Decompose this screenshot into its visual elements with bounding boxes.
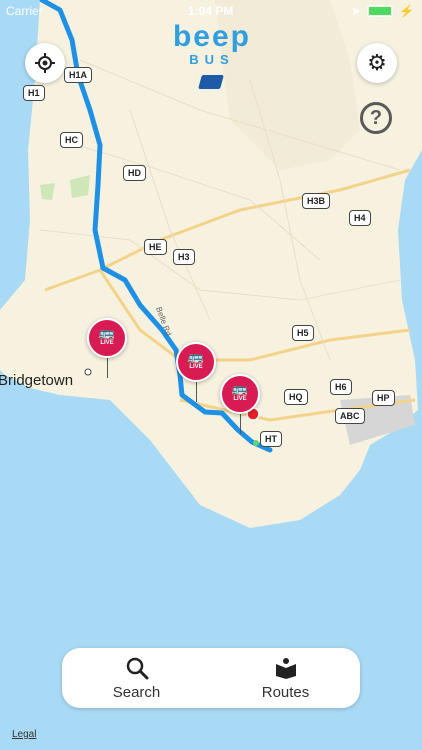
road-label: HE xyxy=(144,239,167,255)
logo-subtext: BUS xyxy=(189,52,235,67)
bus-icon: 🚌 xyxy=(231,381,249,396)
logo-text: beep xyxy=(172,20,252,53)
location-arrow-icon: ➤ xyxy=(350,4,362,18)
bus-icon: 🚌 xyxy=(98,325,116,340)
road-label: HT xyxy=(260,431,282,447)
live-label: LIVE xyxy=(100,340,114,346)
road-label: HD xyxy=(123,165,146,181)
clock: 1:04 PM xyxy=(188,4,234,18)
road-label: H1 xyxy=(23,85,45,101)
route-end-marker xyxy=(253,440,259,446)
battery-icon xyxy=(367,5,394,17)
charging-icon: ⚡ xyxy=(399,4,414,18)
app-logo: beep BUS xyxy=(160,20,264,68)
city-label: Bridgetown xyxy=(0,372,74,389)
locate-me-button[interactable] xyxy=(25,43,65,83)
road-label: H3B xyxy=(302,193,331,209)
bus-logo-icon xyxy=(198,75,224,89)
status-bar: Carrier 1:04 PM ➤ ⚡ xyxy=(0,0,422,22)
bus-icon: 🚌 xyxy=(187,349,205,364)
road-label: H6 xyxy=(330,379,352,395)
live-bus-pin[interactable]: 🚌 LIVE xyxy=(176,342,216,382)
carrier-label: Carrier xyxy=(6,4,43,18)
city-marker xyxy=(84,368,92,376)
live-label: LIVE xyxy=(189,364,203,370)
road-label: H1A xyxy=(64,67,93,83)
bottom-tab-bar: Search Routes xyxy=(62,648,360,708)
help-button[interactable]: ? xyxy=(360,102,392,134)
pin-stem xyxy=(196,380,197,402)
live-label: LIVE xyxy=(233,396,247,402)
status-indicators: ➤ ⚡ xyxy=(351,4,414,18)
search-tab[interactable]: Search xyxy=(62,648,211,708)
routes-tab-label: Routes xyxy=(261,683,310,701)
road-label: HC xyxy=(60,132,83,148)
live-bus-pin[interactable]: 🚌 LIVE xyxy=(87,318,127,358)
road-label: ABC xyxy=(335,408,365,424)
road-label: H5 xyxy=(292,325,314,341)
search-icon xyxy=(126,657,148,679)
pin-stem xyxy=(240,412,241,434)
road-label: H4 xyxy=(349,210,371,226)
settings-button[interactable]: ⚙ xyxy=(357,43,397,83)
road-label: HP xyxy=(372,390,395,406)
road-label: HQ xyxy=(284,389,308,405)
road-label: H3 xyxy=(173,249,195,265)
crosshair-icon xyxy=(35,53,55,73)
search-tab-label: Search xyxy=(112,683,161,701)
open-book-icon xyxy=(275,657,296,679)
gear-icon: ⚙ xyxy=(367,50,387,75)
legal-link[interactable]: Legal xyxy=(12,729,36,740)
pin-stem xyxy=(107,356,108,378)
routes-tab[interactable]: Routes xyxy=(211,648,360,708)
live-bus-pin[interactable]: 🚌 LIVE xyxy=(220,374,260,414)
